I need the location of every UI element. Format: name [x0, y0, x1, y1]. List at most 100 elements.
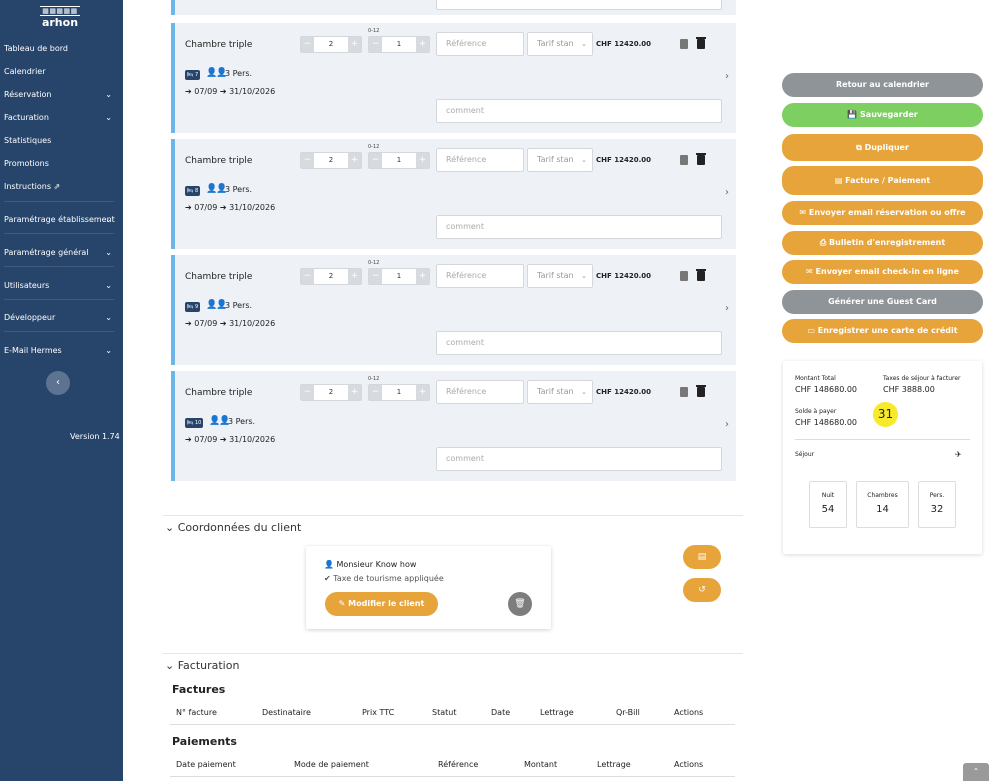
adults-stepper[interactable]: − 2 + — [300, 152, 362, 169]
plus-button[interactable]: + — [416, 269, 429, 284]
stay-dates: ➔ 07/09 ➔ 31/10/2026 — [185, 435, 276, 444]
minus-button[interactable]: − — [301, 269, 314, 284]
comment-input[interactable] — [436, 0, 722, 10]
adults-stepper[interactable]: − 2 + — [300, 384, 362, 401]
person-icons: 👤👤 — [206, 184, 227, 194]
collapse-sidebar-button[interactable]: ‹ — [46, 371, 70, 395]
children-stepper[interactable]: − 1 + — [368, 384, 430, 401]
document-icon[interactable] — [680, 387, 688, 397]
chevron-right-icon[interactable]: › — [725, 303, 729, 314]
sidebar-item-establishment-settings[interactable]: Paramétrage établissement ⌄ — [0, 214, 123, 226]
plus-button[interactable]: + — [348, 385, 361, 400]
tarif-select[interactable]: Tarif stan ⌄ — [527, 32, 593, 56]
plus-button[interactable]: + — [416, 385, 429, 400]
tarif-select[interactable]: Tarif stan ⌄ — [527, 148, 593, 172]
modify-client-button[interactable]: ✎ Modifier le client — [325, 592, 438, 616]
reference-input[interactable]: Référence — [436, 32, 524, 56]
trash-icon[interactable] — [696, 385, 706, 397]
comment-input[interactable]: comment — [436, 99, 722, 123]
sidebar-item-label: Promotions — [4, 159, 49, 168]
sidebar-item-billing[interactable]: Facturation ⌄ — [0, 112, 123, 124]
chevron-down-icon: ⌄ — [165, 659, 178, 672]
payments-title: Paiements — [172, 735, 237, 748]
sidebar-item-instructions[interactable]: Instructions ⇗ — [0, 181, 123, 193]
plus-button[interactable]: + — [416, 153, 429, 168]
chevron-right-icon[interactable]: › — [725, 419, 729, 430]
minus-button[interactable]: − — [301, 385, 314, 400]
address-book-button[interactable]: ▤ — [683, 545, 721, 569]
comment-input[interactable]: comment — [436, 447, 722, 471]
minus-button[interactable]: − — [369, 37, 382, 52]
logo[interactable]: ▦▦▦▦▦ arhon — [40, 6, 80, 29]
chevron-down-icon: ⌄ — [105, 346, 112, 355]
persons-count: 3 Pers. — [225, 185, 253, 194]
reference-input[interactable]: Référence — [436, 148, 524, 172]
invoice-payment-button[interactable]: ▤ Facture / Paiement — [782, 166, 983, 195]
room-card: Chambre triple − 2 + 0-12 − 1 + Référence Ta… — [171, 371, 736, 481]
save-button[interactable]: 💾 Sauvegarder — [782, 103, 983, 127]
room-number: 9 — [194, 304, 199, 310]
email-reservation-button[interactable]: ✉ Envoyer email réservation ou offre — [782, 201, 983, 225]
plus-button[interactable]: + — [416, 37, 429, 52]
adults-stepper[interactable]: − 2 + — [300, 268, 362, 285]
reference-input[interactable]: Référence — [436, 380, 524, 404]
delete-client-button[interactable]: 🗑 — [508, 592, 532, 616]
sidebar-item-label: Paramétrage établissement — [4, 215, 115, 224]
comment-input[interactable]: comment — [436, 215, 722, 239]
plus-button[interactable]: + — [348, 153, 361, 168]
minus-button[interactable]: − — [301, 37, 314, 52]
person-icons: 👤👤 — [206, 68, 227, 78]
history-button[interactable]: ↺ — [683, 578, 721, 602]
sidebar-item-developer[interactable]: Développeur ⌄ — [0, 312, 123, 324]
tarif-select[interactable]: Tarif stan ⌄ — [527, 380, 593, 404]
plus-button[interactable]: + — [348, 269, 361, 284]
trash-icon[interactable] — [696, 37, 706, 49]
children-stepper[interactable]: − 1 + — [368, 152, 430, 169]
column-header: Prix TTC — [362, 708, 395, 717]
minus-button[interactable]: − — [301, 153, 314, 168]
children-stepper[interactable]: − 1 + — [368, 268, 430, 285]
sidebar-item-general-settings[interactable]: Paramétrage général ⌄ — [0, 247, 123, 259]
sidebar-item-calendar[interactable]: Calendrier — [0, 66, 123, 78]
persons-stat: Pers. 32 — [918, 481, 956, 528]
billing-section-header[interactable]: ⌄ Facturation — [165, 659, 239, 672]
tarif-value: Tarif stan — [537, 387, 574, 396]
client-section-header[interactable]: ⌄ Coordonnées du client — [165, 521, 301, 534]
adults-stepper[interactable]: − 2 + — [300, 36, 362, 53]
scroll-to-top-button[interactable]: ⌃ — [963, 763, 989, 781]
registration-form-button[interactable]: ⎙ Bulletin d'enregistrement — [782, 231, 983, 255]
chevron-right-icon[interactable]: › — [725, 71, 729, 82]
chevron-right-icon[interactable]: › — [725, 187, 729, 198]
minus-button[interactable]: − — [369, 269, 382, 284]
sidebar-item-email-hermes[interactable]: E-Mail Hermes ⌄ — [0, 345, 123, 357]
room-price: CHF 12420.00 — [596, 388, 651, 396]
credit-card-label: Enregistrer une carte de crédit — [817, 326, 958, 335]
nights-label: Nuit — [821, 492, 835, 499]
generate-guest-card-button[interactable]: Générer une Guest Card — [782, 290, 983, 314]
persons-label: Pers. — [929, 492, 945, 499]
trash-icon[interactable] — [696, 153, 706, 165]
duplicate-button[interactable]: ⧉ Dupliquer — [782, 134, 983, 161]
document-icon[interactable] — [680, 155, 688, 165]
sidebar-item-statistics[interactable]: Statistiques — [0, 135, 123, 147]
register-credit-card-button[interactable]: ▭ Enregistrer une carte de crédit — [782, 319, 983, 343]
document-icon[interactable] — [680, 271, 688, 281]
children-stepper[interactable]: − 1 + — [368, 36, 430, 53]
room-price: CHF 12420.00 — [596, 272, 651, 280]
sidebar-item-dashboard[interactable]: Tableau de bord — [0, 43, 123, 55]
minus-button[interactable]: − — [369, 153, 382, 168]
room-title: Chambre triple — [185, 272, 253, 282]
trash-icon[interactable] — [696, 269, 706, 281]
back-to-calendar-button[interactable]: Retour au calendrier — [782, 73, 983, 97]
email-checkin-button[interactable]: ✉ Envoyer email check-in en ligne — [782, 260, 983, 284]
sidebar: ▦▦▦▦▦ arhon Tableau de bord Calendrier R… — [0, 0, 123, 781]
document-icon[interactable] — [680, 39, 688, 49]
tarif-select[interactable]: Tarif stan ⌄ — [527, 264, 593, 288]
plus-button[interactable]: + — [348, 37, 361, 52]
sidebar-item-promotions[interactable]: Promotions — [0, 158, 123, 170]
reference-input[interactable]: Référence — [436, 264, 524, 288]
minus-button[interactable]: − — [369, 385, 382, 400]
sidebar-item-reservation[interactable]: Réservation ⌄ — [0, 89, 123, 101]
comment-input[interactable]: comment — [436, 331, 722, 355]
sidebar-item-users[interactable]: Utilisateurs ⌄ — [0, 280, 123, 292]
